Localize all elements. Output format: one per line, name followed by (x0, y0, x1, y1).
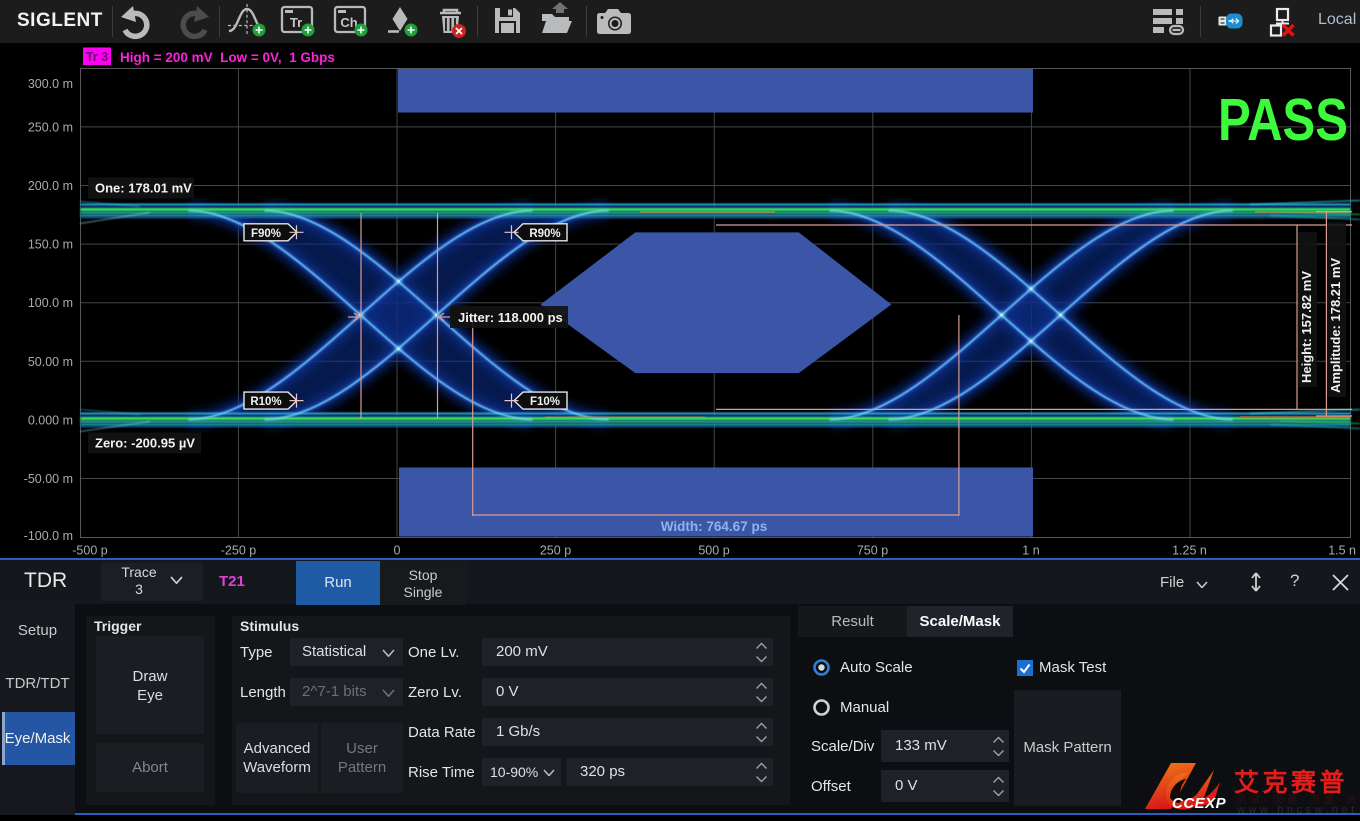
svg-text:R90%: R90% (529, 228, 560, 240)
svg-text:50.00 m: 50.00 m (28, 355, 73, 369)
svg-text:F90%: F90% (251, 228, 281, 240)
svg-text:1.25 n: 1.25 n (1172, 544, 1207, 558)
svg-text:Width: 764.67 ps: Width: 764.67 ps (661, 519, 767, 534)
svg-text:-500 p: -500 p (72, 544, 107, 558)
svg-text:1.5 n: 1.5 n (1328, 544, 1356, 558)
svg-text:R10%: R10% (250, 396, 281, 408)
svg-text:Tr 3: Tr 3 (86, 50, 108, 64)
svg-text:Height: 157.82 mV: Height: 157.82 mV (1299, 271, 1314, 383)
svg-text:艾克赛普: 艾克赛普 (1234, 768, 1348, 797)
svg-text:-250 p: -250 p (221, 544, 256, 558)
svg-text:PASS: PASS (1218, 87, 1348, 153)
svg-text:250 p: 250 p (540, 544, 571, 558)
svg-text:100.0 m: 100.0 m (28, 296, 73, 310)
svg-text:One: 178.01 mV: One: 178.01 mV (95, 181, 192, 196)
svg-text:300.0 m: 300.0 m (28, 77, 73, 91)
svg-text:150.0 m: 150.0 m (28, 238, 73, 252)
svg-text:500 p: 500 p (698, 544, 729, 558)
svg-text:750 p: 750 p (857, 544, 888, 558)
svg-text:High = 200 mV Low = 0V, 1 Gb: High = 200 mV Low = 0V, 1 Gbps (120, 50, 335, 65)
svg-text:Tr: Tr (290, 15, 302, 30)
svg-text:www.hncsw.net: www.hncsw.net (1236, 804, 1355, 813)
svg-text:250.0 m: 250.0 m (28, 121, 73, 135)
svg-text:-100.0 m: -100.0 m (24, 529, 73, 543)
svg-text:-50.00 m: -50.00 m (24, 472, 73, 486)
svg-text:F10%: F10% (530, 396, 560, 408)
svg-text:Amplitude: 178.21 mV: Amplitude: 178.21 mV (1328, 258, 1343, 393)
svg-text:200.0 m: 200.0 m (28, 179, 73, 193)
svg-text:0: 0 (394, 544, 401, 558)
svg-text:CCEXP: CCEXP (1172, 795, 1227, 812)
svg-text:Jitter: 118.000 ps: Jitter: 118.000 ps (458, 310, 563, 325)
svg-text:0.000 m: 0.000 m (28, 413, 73, 427)
svg-text:Zero: -200.95 µV: Zero: -200.95 µV (95, 436, 195, 451)
svg-text:1 n: 1 n (1022, 544, 1039, 558)
